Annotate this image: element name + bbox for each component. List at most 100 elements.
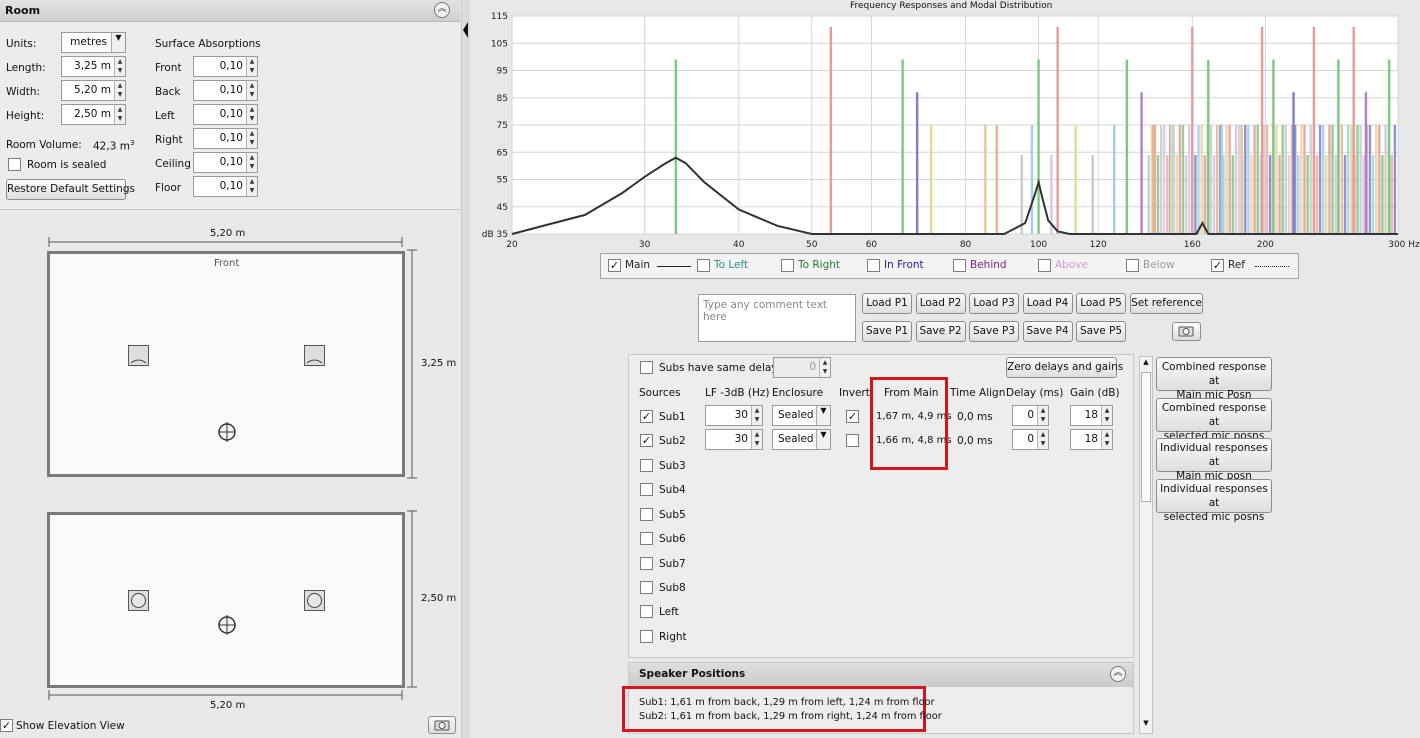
chart-camera-icon[interactable] (1172, 322, 1201, 341)
sub1-speaker-icon[interactable] (128, 345, 149, 366)
plan-width-label: 5,20 m (210, 228, 246, 239)
legend-below-checkbox[interactable] (1126, 259, 1139, 272)
sub1-lf-field[interactable]: 30 ▲ ▼ (705, 405, 763, 426)
save-p4-button[interactable]: Save P4 (1022, 321, 1073, 342)
legend-main-checkbox[interactable]: ✓ (608, 259, 621, 272)
sub1-enclosure-select[interactable]: Sealed ▼ (772, 405, 831, 426)
show-elevation-checkbox[interactable]: ✓ (0, 719, 13, 732)
sub1-label: Sub1 (659, 411, 686, 423)
subs-scrollbar[interactable]: ▲ ▼ (1139, 356, 1153, 734)
sub1-delay-field-stepper[interactable]: ▲ ▼ (1037, 406, 1048, 425)
load-p1-button[interactable]: Load P1 (862, 293, 912, 314)
sub2-gain-field[interactable]: 18 ▲ ▼ (1070, 429, 1113, 450)
scroll-down-icon[interactable]: ▼ (1141, 719, 1151, 731)
room-sealed-checkbox[interactable] (8, 158, 21, 171)
sub2-lf-field[interactable]: 30 ▲ ▼ (705, 429, 763, 450)
same-delay-stepper[interactable]: ▲ ▼ (819, 358, 830, 377)
surface-floor-field-stepper[interactable]: ▲ ▼ (246, 177, 257, 196)
sub1-checkbox[interactable]: ✓ (640, 410, 653, 423)
collapse-speaker-positions-icon[interactable]: ︽ (1110, 666, 1126, 682)
sub1-delay-field[interactable]: 0 ▲ ▼ (1012, 405, 1049, 426)
scroll-thumb[interactable] (1141, 372, 1151, 502)
sub2-enclosure-select[interactable]: Sealed ▼ (772, 429, 831, 450)
surface-floor-field[interactable]: 0,10 ▲ ▼ (193, 176, 258, 197)
sub7-checkbox[interactable] (640, 556, 653, 570)
legend-ref-checkbox[interactable]: ✓ (1211, 259, 1224, 272)
panel-splitter[interactable] (462, 0, 470, 738)
sub2-delay-field[interactable]: 0 ▲ ▼ (1012, 429, 1049, 450)
side-button-3[interactable]: Individual responses at Main mic posn (1156, 438, 1272, 482)
surface-left-field-value: 0,10 (219, 108, 243, 120)
save-p2-button[interactable]: Save P2 (915, 321, 966, 342)
y-tick-label: 75 (497, 121, 508, 131)
sub1-lf-field-stepper[interactable]: ▲ ▼ (751, 406, 762, 425)
mic-elevation-icon[interactable] (216, 612, 238, 638)
surface-back-field[interactable]: 0,10 ▲ ▼ (193, 80, 258, 101)
legend-to-left-checkbox[interactable] (697, 259, 710, 272)
same-delay-field[interactable]: 0 ▲ ▼ (773, 357, 831, 378)
surface-left-field[interactable]: 0,10 ▲ ▼ (193, 104, 258, 125)
sub1-gain-field[interactable]: 18 ▲ ▼ (1070, 405, 1113, 426)
sub2-invert-checkbox[interactable] (846, 434, 859, 447)
load-p2-button[interactable]: Load P2 (915, 293, 966, 314)
save-p1-button[interactable]: Save P1 (862, 321, 912, 342)
sub4-checkbox[interactable] (640, 483, 653, 497)
load-p3-button[interactable]: Load P3 (969, 293, 1019, 314)
zero-delays-button[interactable]: Zero delays and gains (1006, 357, 1123, 378)
collapse-room-icon[interactable]: ︽ (434, 2, 450, 18)
height-stepper[interactable]: ▲ ▼ (114, 105, 125, 124)
load-p5-button[interactable]: Load P5 (1076, 293, 1126, 314)
load-p4-button[interactable]: Load P4 (1022, 293, 1073, 314)
surface-left-label: Left (155, 110, 175, 122)
mic-icon[interactable] (216, 421, 238, 443)
surface-left-field-stepper[interactable]: ▲ ▼ (246, 105, 257, 124)
sub1-elevation-icon[interactable] (128, 590, 149, 611)
sub1-time-align-text: 0,0 ms (957, 411, 993, 423)
sub1-lf-field-value: 30 (734, 409, 748, 421)
set-reference-button[interactable]: Set reference (1130, 293, 1203, 314)
legend-behind-checkbox[interactable] (953, 259, 966, 272)
sub8-checkbox[interactable] (640, 581, 653, 594)
sub2-elevation-icon[interactable] (304, 590, 325, 611)
sub2-speaker-icon[interactable] (304, 345, 325, 366)
same-delay-checkbox[interactable] (640, 361, 653, 374)
sub3-checkbox[interactable] (640, 459, 653, 472)
sub2-gain-field-stepper[interactable]: ▲ ▼ (1101, 430, 1112, 449)
surface-front-label: Front (155, 62, 182, 74)
surface-right-field-stepper[interactable]: ▲ ▼ (246, 129, 257, 148)
surface-right-field[interactable]: 0,10 ▲ ▼ (193, 128, 258, 149)
width-field[interactable]: 5,20 m ▲ ▼ (61, 80, 126, 101)
save-p3-button[interactable]: Save P3 (969, 321, 1019, 342)
height-field[interactable]: 2,50 m ▲ ▼ (61, 104, 126, 125)
legend-in-front-checkbox[interactable] (867, 259, 880, 272)
length-field[interactable]: 3,25 m ▲ ▼ (61, 56, 126, 77)
side-button-4[interactable]: Individual responses at selected mic posn… (1156, 478, 1272, 523)
side-button-1[interactable]: Combined response at Main mic Posn (1156, 357, 1272, 401)
comment-input[interactable]: Type any comment text here (698, 294, 856, 342)
legend-above-checkbox[interactable] (1038, 259, 1051, 272)
surface-front-field-stepper[interactable]: ▲ ▼ (246, 57, 257, 76)
surface-ceiling-field-stepper[interactable]: ▲ ▼ (246, 153, 257, 172)
surface-front-field[interactable]: 0,10 ▲ ▼ (193, 56, 258, 77)
legend-to-right-checkbox[interactable] (781, 259, 794, 272)
restore-defaults-button[interactable]: Restore Default Settings (6, 179, 135, 200)
sub2-lf-field-stepper[interactable]: ▲ ▼ (751, 430, 762, 449)
surface-back-field-stepper[interactable]: ▲ ▼ (246, 81, 257, 100)
sub2-checkbox[interactable]: ✓ (640, 434, 653, 447)
width-stepper[interactable]: ▲ ▼ (114, 81, 125, 100)
camera-icon[interactable] (428, 716, 456, 734)
save-p5-button[interactable]: Save P5 (1076, 321, 1126, 342)
units-select[interactable]: metres ▼ (61, 32, 126, 53)
right-checkbox[interactable] (640, 629, 653, 643)
sub1-invert-checkbox[interactable]: ✓ (846, 410, 859, 423)
side-button-2[interactable]: Combined response at selected mic posns (1156, 397, 1272, 442)
sub1-gain-field-stepper[interactable]: ▲ ▼ (1101, 406, 1112, 425)
sub6-checkbox[interactable] (640, 532, 653, 546)
sub2-delay-field-stepper[interactable]: ▲ ▼ (1037, 430, 1048, 449)
sub5-checkbox[interactable] (640, 507, 653, 521)
left-checkbox[interactable] (640, 605, 653, 619)
surface-ceiling-field[interactable]: 0,10 ▲ ▼ (193, 152, 258, 173)
sub2-position-text: Sub2: 1,61 m from back, 1,29 m from righ… (639, 711, 942, 722)
scroll-up-icon[interactable]: ▲ (1141, 358, 1151, 370)
length-stepper[interactable]: ▲ ▼ (114, 57, 125, 76)
